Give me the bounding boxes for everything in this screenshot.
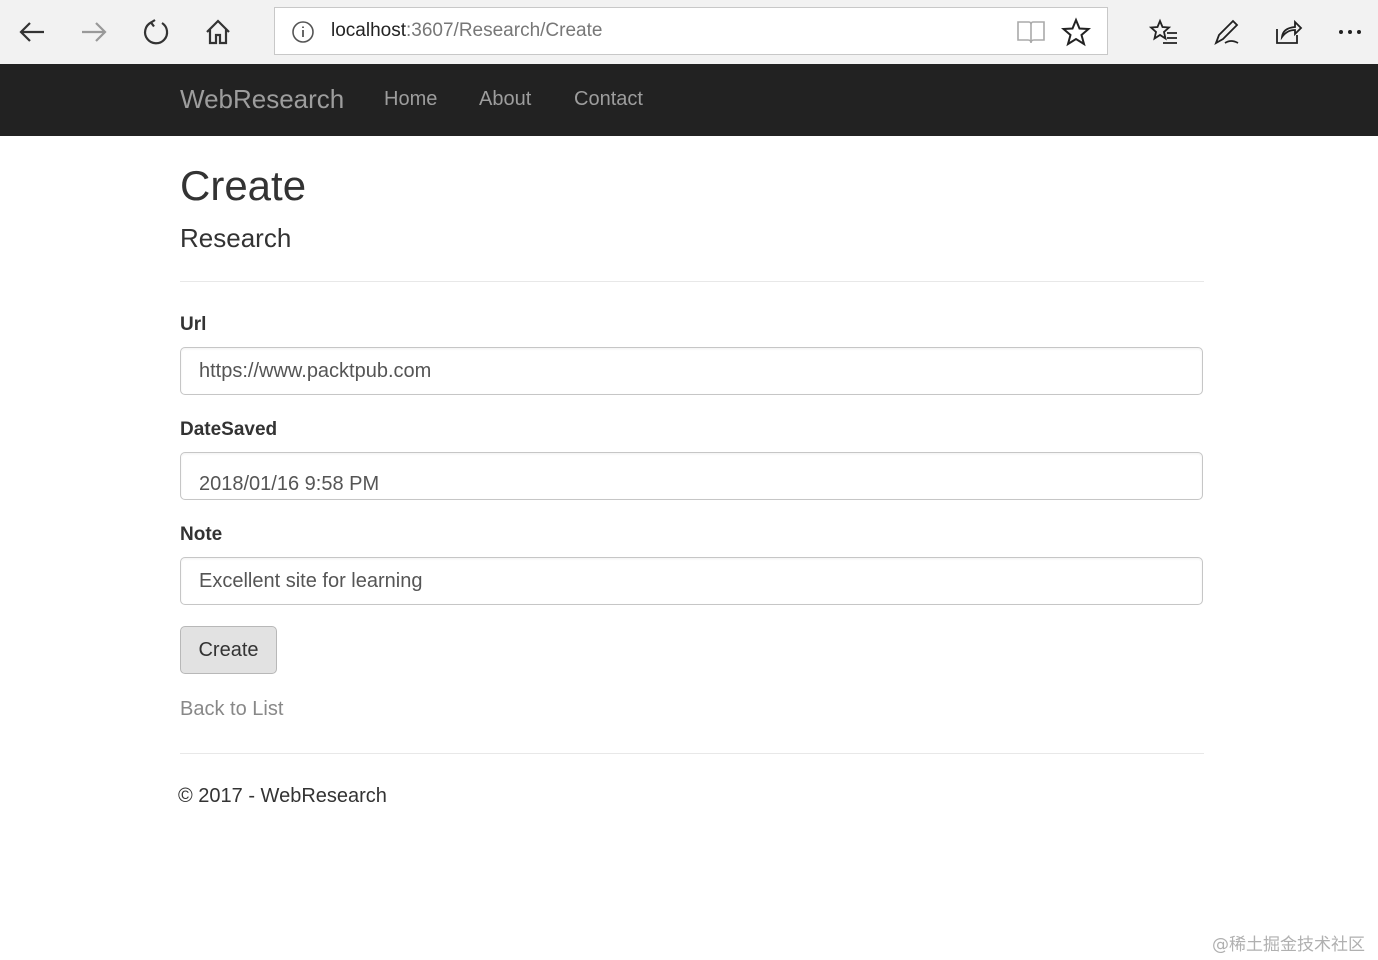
- nav-link-home[interactable]: Home: [384, 88, 437, 111]
- forward-arrow-icon[interactable]: [74, 12, 114, 52]
- nav-link-contact[interactable]: Contact: [574, 88, 643, 111]
- url-input[interactable]: [180, 347, 1203, 395]
- browser-toolbar: localhost:3607/Research/Create: [0, 0, 1378, 64]
- favorites-list-icon[interactable]: [1144, 12, 1184, 52]
- more-icon[interactable]: [1330, 12, 1370, 52]
- url-label: Url: [180, 314, 207, 335]
- note-label: Note: [180, 524, 223, 545]
- info-icon[interactable]: [291, 20, 315, 44]
- note-input[interactable]: [180, 557, 1203, 605]
- date-saved-label: DateSaved: [180, 419, 278, 440]
- create-button[interactable]: Create: [180, 626, 277, 674]
- site-navbar: WebResearch Home About Contact: [0, 64, 1378, 136]
- url-text[interactable]: localhost:3607/Research/Create: [331, 20, 602, 42]
- footer-divider: [180, 753, 1204, 754]
- refresh-icon[interactable]: [136, 12, 176, 52]
- back-to-list-link[interactable]: Back to List: [180, 698, 283, 721]
- favorite-star-icon[interactable]: [1061, 17, 1091, 47]
- divider: [180, 281, 1204, 282]
- url-host: localhost: [331, 20, 406, 41]
- reading-view-icon[interactable]: [1015, 18, 1047, 46]
- page-title: Create: [180, 162, 307, 209]
- share-icon[interactable]: [1268, 12, 1308, 52]
- footer-copyright: © 2017 - WebResearch: [178, 785, 387, 807]
- brand-link[interactable]: WebResearch: [180, 84, 344, 115]
- home-icon[interactable]: [198, 12, 238, 52]
- page-subtitle: Research: [180, 223, 292, 253]
- pen-icon[interactable]: [1206, 12, 1246, 52]
- back-arrow-icon[interactable]: [12, 12, 52, 52]
- date-saved-input[interactable]: [180, 452, 1203, 500]
- watermark: @稀土掘金技术社区: [1212, 935, 1365, 955]
- url-path: :3607/Research/Create: [406, 20, 603, 41]
- nav-link-about[interactable]: About: [479, 88, 531, 111]
- address-bar[interactable]: localhost:3607/Research/Create: [274, 7, 1108, 55]
